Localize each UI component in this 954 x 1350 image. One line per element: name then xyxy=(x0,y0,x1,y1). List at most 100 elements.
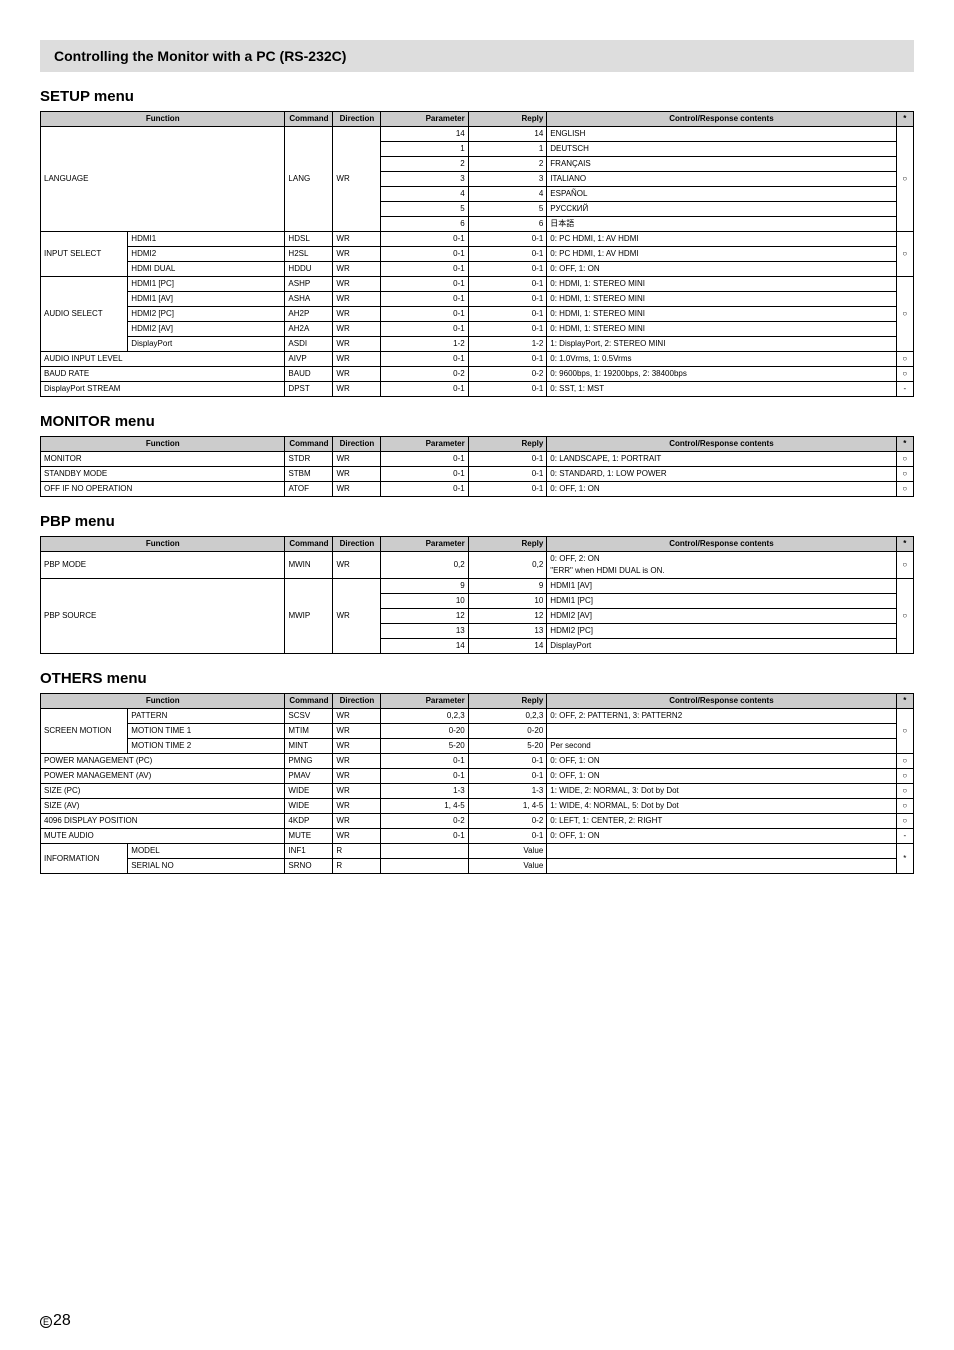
monitor-title: MONITOR menu xyxy=(40,413,914,430)
cell: 0-1 xyxy=(468,754,547,769)
cell: SERIAL NO xyxy=(128,859,285,874)
cell: 14 xyxy=(468,639,547,654)
cell: MODEL xyxy=(128,844,285,859)
cell: HDMI DUAL xyxy=(128,262,285,277)
cell: WIDE xyxy=(285,784,333,799)
cell: 0: HDMI, 1: STEREO MINI xyxy=(547,292,896,307)
page-number-value: 28 xyxy=(53,1312,71,1329)
th-direction: Direction xyxy=(333,694,381,709)
cell: PATTERN xyxy=(128,709,285,724)
th-parameter: Parameter xyxy=(381,537,468,552)
cell: OFF IF NO OPERATION xyxy=(41,482,285,497)
cell: SRNO xyxy=(285,859,333,874)
cell: POWER MANAGEMENT (AV) xyxy=(41,769,285,784)
cell: ○ xyxy=(896,552,913,579)
cell: 12 xyxy=(468,609,547,624)
cell: 1-3 xyxy=(468,784,547,799)
cell: 1-2 xyxy=(468,337,547,352)
th-content: Control/Response contents xyxy=(547,112,896,127)
cell: ASHP xyxy=(285,277,333,292)
cell: 0: LEFT, 1: CENTER, 2: RIGHT xyxy=(547,814,896,829)
cell: 0-1 xyxy=(381,467,468,482)
cell: WR xyxy=(333,307,381,322)
cell: BAUD xyxy=(285,367,333,382)
cell: 0-1 xyxy=(381,322,468,337)
cell: 0-1 xyxy=(381,382,468,397)
cell: WR xyxy=(333,322,381,337)
cell: 0-1 xyxy=(468,482,547,497)
cell: WR xyxy=(333,277,381,292)
cell: 0-1 xyxy=(381,482,468,497)
cell: AIVP xyxy=(285,352,333,367)
cell: AH2P xyxy=(285,307,333,322)
cell: R xyxy=(333,844,381,859)
cell: 6 xyxy=(381,217,468,232)
cell: ENGLISH xyxy=(547,127,896,142)
cell xyxy=(547,844,896,859)
cell: WR xyxy=(333,579,381,654)
cell: 0-1 xyxy=(381,754,468,769)
th-star: * xyxy=(896,112,913,127)
cell: 14 xyxy=(381,127,468,142)
cell: WR xyxy=(333,724,381,739)
cell: HDMI1 [AV] xyxy=(128,292,285,307)
cell: - xyxy=(896,829,913,844)
cell: 1 xyxy=(381,142,468,157)
cell: 10 xyxy=(468,594,547,609)
cell: 0-2 xyxy=(468,814,547,829)
section-header: Controlling the Monitor with a PC (RS-23… xyxy=(40,40,914,72)
cell: 0: OFF, 2: PATTERN1, 3: PATTERN2 xyxy=(547,709,896,724)
cell: MWIN xyxy=(285,552,333,579)
cell: * xyxy=(896,844,913,874)
th-parameter: Parameter xyxy=(381,437,468,452)
cell: 0-20 xyxy=(468,724,547,739)
cell: WR xyxy=(333,337,381,352)
cell: WR xyxy=(333,799,381,814)
cell: WR xyxy=(333,739,381,754)
cell: SCSV xyxy=(285,709,333,724)
th-star: * xyxy=(896,694,913,709)
cell: 0-1 xyxy=(468,277,547,292)
cell: 0: PC HDMI, 1: AV HDMI xyxy=(547,247,896,262)
cell: 0,2 xyxy=(468,552,547,579)
cell: 0: STANDARD, 1: LOW POWER xyxy=(547,467,896,482)
th-function: Function xyxy=(41,694,285,709)
cell: 0-1 xyxy=(468,382,547,397)
cell: 0-1 xyxy=(381,829,468,844)
cell: 0,2,3 xyxy=(468,709,547,724)
cell: WR xyxy=(333,292,381,307)
cell: 0: HDMI, 1: STEREO MINI xyxy=(547,307,896,322)
cell: LANG xyxy=(285,127,333,232)
cell: HDMI2 [PC] xyxy=(547,624,896,639)
cell: ○ xyxy=(896,467,913,482)
cell: WR xyxy=(333,814,381,829)
cell: 0: 9600bps, 1: 19200bps, 2: 38400bps xyxy=(547,367,896,382)
cell: INF1 xyxy=(285,844,333,859)
cell: 1: WIDE, 4: NORMAL, 5: Dot by Dot xyxy=(547,799,896,814)
cell: ○ xyxy=(896,579,913,654)
cell: 1, 4-5 xyxy=(381,799,468,814)
cell: LANGUAGE xyxy=(41,127,285,232)
setup-title: SETUP menu xyxy=(40,88,914,105)
cell: 0-1 xyxy=(468,352,547,367)
cell: 0: 1.0Vrms, 1: 0.5Vrms xyxy=(547,352,896,367)
cell: 0-1 xyxy=(381,769,468,784)
cell: HDMI1 [PC] xyxy=(547,594,896,609)
cell: 14 xyxy=(381,639,468,654)
cell: 13 xyxy=(468,624,547,639)
cell: STANDBY MODE xyxy=(41,467,285,482)
cell: PMNG xyxy=(285,754,333,769)
th-reply: Reply xyxy=(468,112,547,127)
cell: 4 xyxy=(381,187,468,202)
cell xyxy=(381,844,468,859)
cell: WR xyxy=(333,262,381,277)
cell: 9 xyxy=(381,579,468,594)
th-star: * xyxy=(896,437,913,452)
cell: 3 xyxy=(381,172,468,187)
cell: WR xyxy=(333,784,381,799)
cell: 0-1 xyxy=(381,247,468,262)
cell: ○ xyxy=(896,452,913,467)
cell: 0-1 xyxy=(468,452,547,467)
cell: 4096 DISPLAY POSITION xyxy=(41,814,285,829)
cell: 0-1 xyxy=(468,769,547,784)
